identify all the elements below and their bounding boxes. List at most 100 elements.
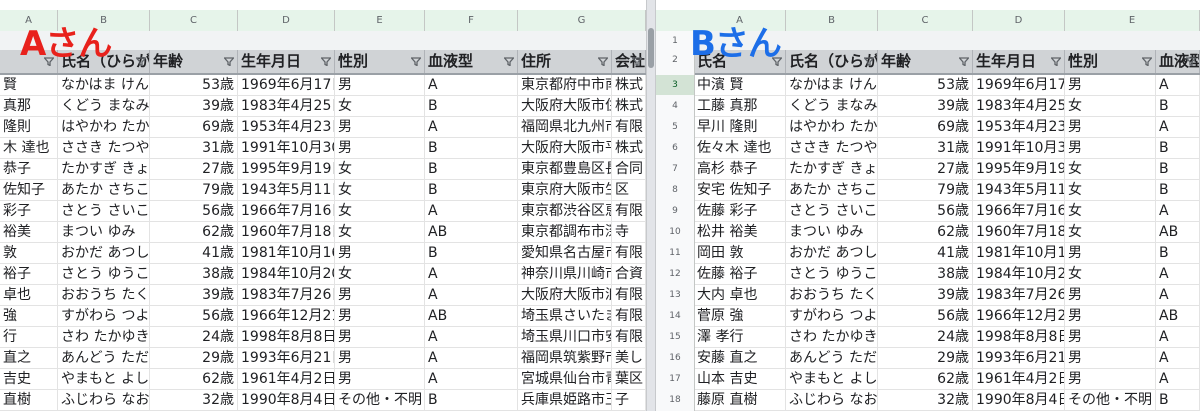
- table-cell[interactable]: 有限: [612, 327, 646, 347]
- table-cell[interactable]: 隆則: [0, 117, 58, 137]
- table-cell[interactable]: A: [425, 327, 518, 347]
- table-cell[interactable]: 1966年7月16日: [973, 201, 1065, 221]
- table-cell[interactable]: 安宅 佐知子: [694, 180, 786, 200]
- table-cell[interactable]: 彩子: [0, 201, 58, 221]
- table-cell[interactable]: 53歳: [878, 75, 973, 95]
- table-cell[interactable]: 女: [1065, 201, 1156, 221]
- table-cell[interactable]: 裕子: [0, 264, 58, 284]
- table-cell[interactable]: 1981年10月16: [238, 243, 335, 263]
- table-cell[interactable]: 女: [335, 180, 425, 200]
- table-cell[interactable]: やまもと よしふ: [58, 369, 150, 389]
- table-cell[interactable]: 1991年10月30: [973, 138, 1065, 158]
- table-cell[interactable]: 吉史: [0, 369, 58, 389]
- table-cell[interactable]: なかはま けん: [786, 75, 878, 95]
- table-cell[interactable]: 直之: [0, 348, 58, 368]
- table-cell[interactable]: 合同: [612, 159, 646, 179]
- table-cell[interactable]: 女: [1065, 159, 1156, 179]
- table-cell[interactable]: あたか さちこ: [58, 180, 150, 200]
- table-cell[interactable]: 男: [1065, 348, 1156, 368]
- table-cell[interactable]: 合資: [612, 264, 646, 284]
- filter-icon[interactable]: [1142, 57, 1152, 66]
- table-cell[interactable]: 子: [612, 390, 646, 410]
- table-cell[interactable]: 62歳: [878, 369, 973, 389]
- table-cell[interactable]: 大阪府大阪市住: [518, 96, 612, 116]
- table-cell[interactable]: B: [425, 138, 518, 158]
- table-cell[interactable]: 男: [335, 327, 425, 347]
- table-cell[interactable]: 62歳: [150, 369, 238, 389]
- row-number[interactable]: 5: [656, 117, 694, 137]
- table-cell[interactable]: さわ たかゆき: [58, 327, 150, 347]
- table-cell[interactable]: 藤原 直樹: [694, 390, 786, 410]
- row-number[interactable]: 3: [656, 75, 694, 95]
- table-cell[interactable]: おかだ あつし: [58, 243, 150, 263]
- table-cell[interactable]: 1995年9月19日: [973, 159, 1065, 179]
- table-cell[interactable]: 79歳: [878, 180, 973, 200]
- row-number[interactable]: 1: [656, 31, 694, 51]
- filter-icon[interactable]: [1051, 57, 1061, 66]
- table-cell[interactable]: 男: [335, 138, 425, 158]
- table-cell[interactable]: 24歳: [150, 327, 238, 347]
- filter-icon[interactable]: [411, 57, 421, 66]
- table-cell[interactable]: A: [1156, 348, 1200, 368]
- table-cell[interactable]: 賢: [0, 75, 58, 95]
- table-cell[interactable]: 1983年7月26日: [973, 285, 1065, 305]
- table-cell[interactable]: まつい ゆみ: [58, 222, 150, 242]
- column-letter-f[interactable]: F: [425, 10, 518, 31]
- table-cell[interactable]: ふじわら なおき: [786, 390, 878, 410]
- table-cell[interactable]: おおうち たくや: [58, 285, 150, 305]
- table-cell[interactable]: 1961年4月2日: [973, 369, 1065, 389]
- row-number[interactable]: 17: [656, 369, 694, 389]
- table-cell[interactable]: 男: [335, 306, 425, 326]
- row-number[interactable]: 10: [656, 222, 694, 242]
- table-cell[interactable]: 56歳: [150, 306, 238, 326]
- table-cell[interactable]: くどう まなみ: [58, 96, 150, 116]
- table-cell[interactable]: なかはま けん: [58, 75, 150, 95]
- table-cell[interactable]: 1969年6月17日: [973, 75, 1065, 95]
- table-cell[interactable]: B: [425, 243, 518, 263]
- table-cell[interactable]: 寺: [612, 222, 646, 242]
- table-cell[interactable]: A: [1156, 264, 1200, 284]
- table-cell[interactable]: B: [1156, 159, 1200, 179]
- table-cell[interactable]: 高杉 恭子: [694, 159, 786, 179]
- table-cell[interactable]: 恭子: [0, 159, 58, 179]
- table-cell[interactable]: 木 達也: [0, 138, 58, 158]
- row-number[interactable]: 18: [656, 390, 694, 410]
- table-cell[interactable]: ささき たつや: [786, 138, 878, 158]
- table-cell[interactable]: 男: [1065, 117, 1156, 137]
- table-cell[interactable]: 東京府大阪市生野: [518, 180, 612, 200]
- table-cell[interactable]: 1990年8月4日: [973, 390, 1065, 410]
- table-cell[interactable]: 62歳: [878, 222, 973, 242]
- table-cell[interactable]: 佐藤 裕子: [694, 264, 786, 284]
- table-cell[interactable]: 1995年9月19日: [238, 159, 335, 179]
- column-letter-e[interactable]: E: [335, 10, 425, 31]
- table-cell[interactable]: ささき たつや: [58, 138, 150, 158]
- table-cell[interactable]: 1960年7月18日: [973, 222, 1065, 242]
- table-cell[interactable]: 1960年7月18日: [238, 222, 335, 242]
- table-cell[interactable]: 松井 裕美: [694, 222, 786, 242]
- table-cell[interactable]: 佐知子: [0, 180, 58, 200]
- column-letter-b[interactable]: B: [786, 10, 878, 31]
- filter-icon[interactable]: [864, 57, 874, 66]
- table-cell[interactable]: さとう さいこ: [786, 201, 878, 221]
- table-cell[interactable]: 愛知県名古屋市: [518, 243, 612, 263]
- filter-icon[interactable]: [136, 57, 146, 66]
- table-cell[interactable]: 1983年4月25日: [973, 96, 1065, 116]
- table-cell[interactable]: AB: [425, 222, 518, 242]
- table-cell[interactable]: 女: [335, 201, 425, 221]
- table-cell[interactable]: AB: [1156, 222, 1200, 242]
- table-cell[interactable]: 葉区: [612, 369, 646, 389]
- table-cell[interactable]: 女: [1065, 222, 1156, 242]
- table-cell[interactable]: 41歳: [878, 243, 973, 263]
- table-cell[interactable]: B: [1156, 390, 1200, 410]
- column-letter-e[interactable]: E: [1065, 10, 1200, 31]
- table-cell[interactable]: はやかわ たかの: [786, 117, 878, 137]
- table-cell[interactable]: AB: [1156, 306, 1200, 326]
- table-cell[interactable]: 1993年6月21日: [973, 348, 1065, 368]
- table-cell[interactable]: 1998年8月8日: [973, 327, 1065, 347]
- table-cell[interactable]: 直樹: [0, 390, 58, 410]
- filter-icon[interactable]: [224, 57, 234, 66]
- filter-icon[interactable]: [504, 57, 514, 66]
- table-cell[interactable]: 1966年12月21: [238, 306, 335, 326]
- row-number[interactable]: 8: [656, 180, 694, 200]
- table-cell[interactable]: 福岡県筑紫野市: [518, 348, 612, 368]
